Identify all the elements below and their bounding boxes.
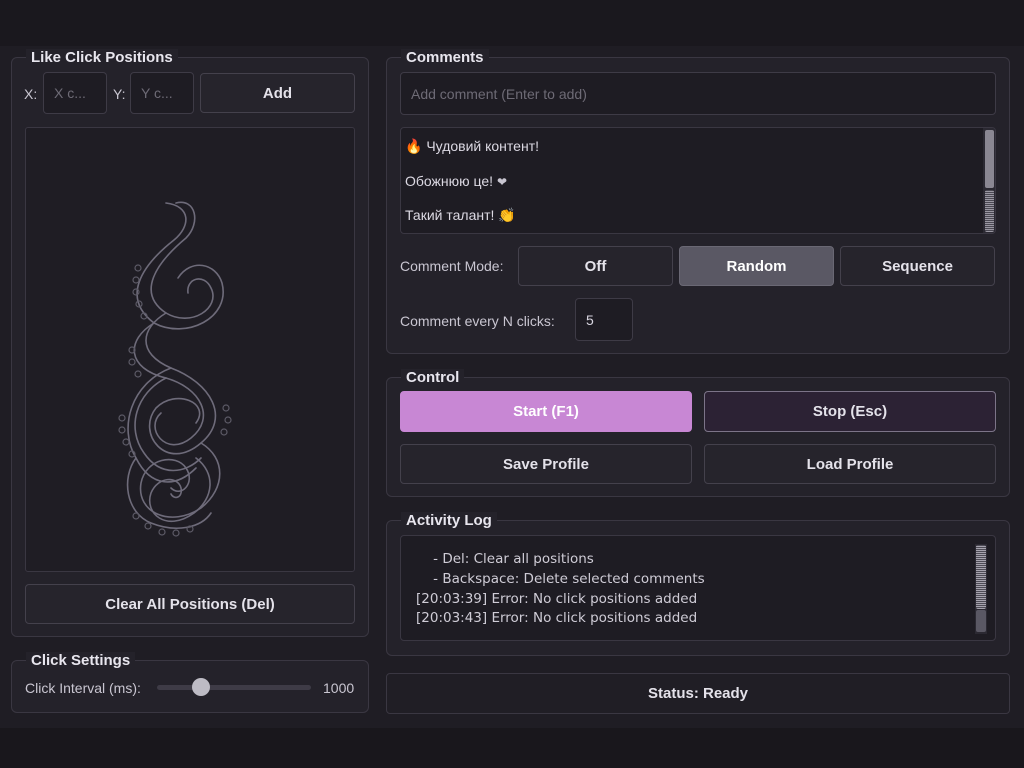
clap-emoji-icon: 👏 [498,207,516,223]
activity-log-text[interactable]: - Del: Clear all positions - Backspace: … [400,535,996,641]
comment-item[interactable]: Такий талант! 👏 [405,207,516,224]
mode-random-button[interactable]: Random [679,246,834,286]
comment-mode-label: Comment Mode: [400,258,504,274]
start-button[interactable]: Start (F1) [400,391,692,432]
log-line: - Backspace: Delete selected comments [416,571,705,587]
comment-item[interactable]: Обожнюю це! ❤ [405,173,507,189]
mode-off-button[interactable]: Off [518,246,673,286]
log-line: [20:03:43] Error: No click positions add… [416,610,698,626]
load-profile-button[interactable]: Load Profile [704,444,996,484]
status-bar: Status: Ready [386,673,1010,714]
log-line: - Del: Clear all positions [416,551,594,567]
comment-text: Чудовий контент! [426,138,539,154]
comments-scrollbar-lower [985,190,994,232]
comments-list[interactable]: 🔥 Чудовий контент! Обожнюю це! ❤ Такий т… [400,127,996,234]
add-comment-input[interactable] [400,72,996,115]
comment-text: Обожнюю це! [405,173,497,189]
window-bottom-bar [0,728,1024,768]
save-profile-button[interactable]: Save Profile [400,444,692,484]
log-line: [20:03:39] Error: No click positions add… [416,591,698,607]
comments-scrollbar-thumb[interactable] [985,130,994,188]
octopus-tentacle-icon [118,201,232,537]
mode-sequence-button[interactable]: Sequence [840,246,995,286]
log-scrollbar-lower [976,610,986,632]
window-top-bar [0,0,1024,46]
comment-text: Такий талант! [405,207,499,223]
y-label: Y: [113,86,126,102]
comments-group-title: Comments [401,49,489,67]
x-label: X: [24,86,38,102]
add-position-button[interactable]: Add [200,73,355,113]
y-coordinate-input[interactable] [130,72,194,114]
positions-group-title: Like Click Positions [26,49,178,67]
control-group-title: Control [401,369,465,387]
click-interval-label: Click Interval (ms): [25,680,141,696]
click-interval-slider-handle[interactable] [192,678,210,696]
activity-log-title: Activity Log [401,512,497,530]
stop-button[interactable]: Stop (Esc) [704,391,996,432]
fire-emoji-icon: 🔥 [405,138,423,154]
heart-emoji-icon: ❤ [496,175,508,189]
comment-every-label: Comment every N clicks: [400,313,555,329]
positions-canvas[interactable] [25,127,355,572]
click-settings-title: Click Settings [26,652,136,670]
log-scrollbar-thumb[interactable] [976,545,986,609]
x-coordinate-input[interactable] [43,72,107,114]
clear-positions-button[interactable]: Clear All Positions (Del) [25,584,355,624]
comment-every-input[interactable] [575,298,633,341]
click-interval-slider[interactable] [157,685,311,690]
comment-item[interactable]: 🔥 Чудовий контент! [405,138,539,155]
click-interval-value: 1000 [323,680,355,696]
